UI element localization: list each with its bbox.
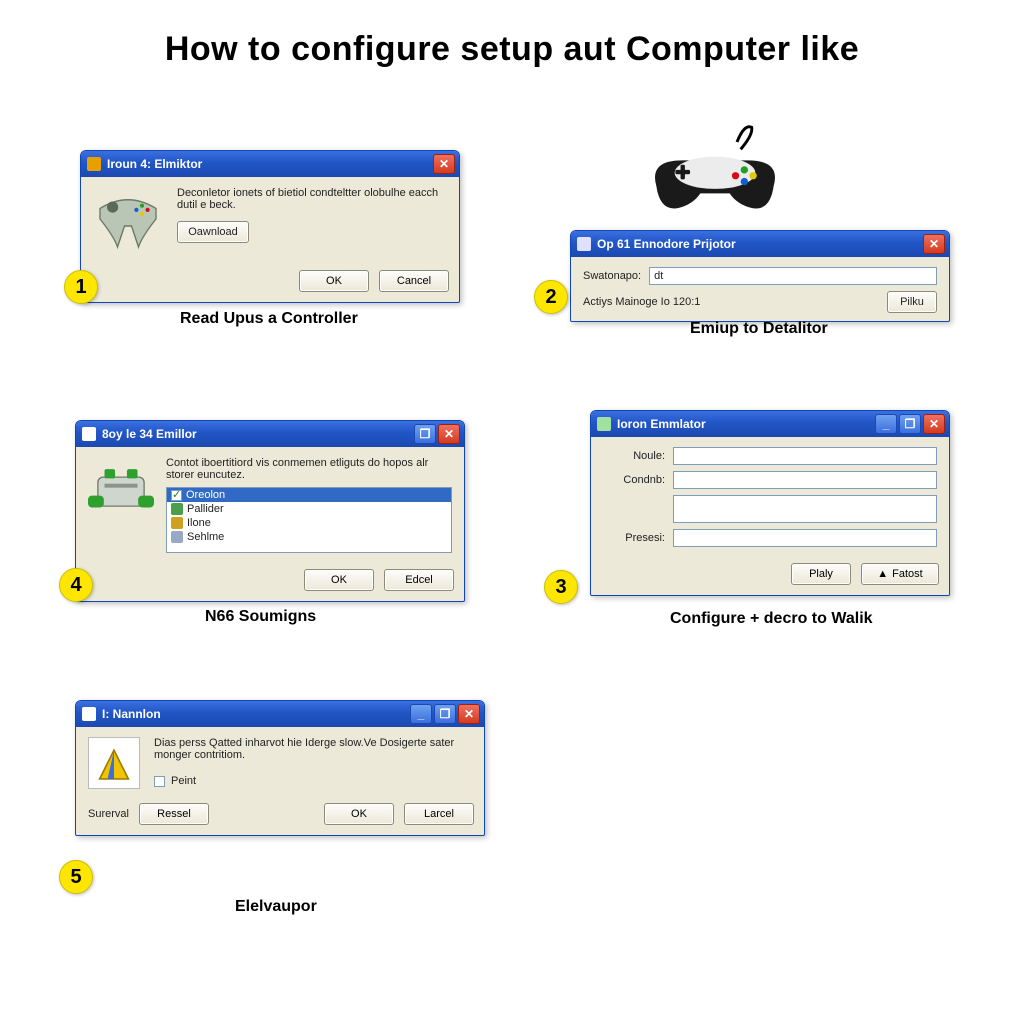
download-button[interactable]: Oawnload [177,221,249,243]
n64-controller-icon [93,187,163,254]
step1-description: Deconletor ionets of bietiol condteltter… [177,187,447,211]
step3-label-presesi: Presesi: [603,532,665,544]
page-title: How to configure setup aut Computer like [0,30,1024,69]
step5-checkbox[interactable]: Peint [154,775,472,787]
app-icon [577,237,591,251]
close-icon[interactable]: ✕ [433,154,455,174]
step2-pilku-button[interactable]: Pilku [887,291,937,313]
step4-title-text: 8oy le 34 Emillor [102,427,408,441]
step5-window: I: Nannlon _ ❐ ✕ Dias perss Qatted inhar… [75,700,485,836]
battery-icon [88,457,154,553]
step2-input1[interactable]: dt [649,267,937,285]
step4-caption: N66 Soumigns [205,608,316,626]
step-number-3: 3 [544,570,578,604]
step-number-5: 5 [59,860,93,894]
maximize-icon[interactable]: ❐ [434,704,456,724]
step1-title-text: Iroun 4: Elmiktor [107,157,427,171]
triangle-icon [88,737,140,789]
step3-label-noule: Noule: [603,450,665,462]
item-icon [171,517,183,529]
close-icon[interactable]: ✕ [923,414,945,434]
maximize-icon[interactable]: ❐ [414,424,436,444]
step3-label-condnb: Condnb: [603,474,665,486]
step-number-4: 4 [59,568,93,602]
minimize-icon[interactable]: _ [875,414,897,434]
step2-caption: Emiup to Detalitor [690,320,828,338]
reset-button[interactable]: Ressel [139,803,209,825]
step5-left-label: Surerval [88,808,129,820]
ok-button[interactable]: OK [324,803,394,825]
list-item[interactable]: Pallider [167,502,451,516]
step5-titlebar[interactable]: I: Nannlon _ ❐ ✕ [76,701,484,727]
step3-input-presesi[interactable] [673,529,937,547]
app-icon [597,417,611,431]
list-item[interactable]: Ilone [167,516,451,530]
step4-listbox[interactable]: Oreolon Pallider Ilone Sehlme [166,487,452,553]
step2-window: Op 61 Ennodore Prijotor ✕ Swatonapo: dt … [570,230,950,322]
gamepad-icon [640,120,790,233]
step4-window: 8oy le 34 Emillor ❐ ✕ Contot iboertitior… [75,420,465,602]
chevron-up-icon: ▲ [877,568,888,580]
step5-caption: Elelvaupor [235,898,317,916]
list-item-label: Pallider [187,503,224,515]
step3-caption: Configure + decro to Walik [670,610,873,628]
list-item[interactable]: Oreolon [167,488,451,502]
fatost-button-label: Fatost [892,568,923,580]
checkbox-icon [171,490,182,501]
step5-checkbox-label: Peint [171,775,196,787]
item-icon [171,503,183,515]
step3-textarea[interactable] [673,495,937,523]
list-item-label: Oreolon [186,489,225,501]
step3-input-condnb[interactable] [673,471,937,489]
step2-title-text: Op 61 Ennodore Prijotor [597,237,917,251]
step1-caption: Read Upus a Controller [180,310,358,328]
edit-button[interactable]: Edcel [384,569,454,591]
close-icon[interactable]: ✕ [438,424,460,444]
ok-button[interactable]: OK [299,270,369,292]
minimize-icon[interactable]: _ [410,704,432,724]
step3-input-noule[interactable] [673,447,937,465]
step-number-2: 2 [534,280,568,314]
close-icon[interactable]: ✕ [458,704,480,724]
step4-titlebar[interactable]: 8oy le 34 Emillor ❐ ✕ [76,421,464,447]
step3-window: Ioron Emmlator _ ❐ ✕ Noule: Condnb: Pres… [590,410,950,596]
step2-titlebar[interactable]: Op 61 Ennodore Prijotor ✕ [571,231,949,257]
checkbox-icon [154,776,165,787]
list-item-label: Sehlme [187,531,224,543]
step2-status-text: Actiys Mainoge Io 120:1 [583,296,879,308]
step-number-1: 1 [64,270,98,304]
step3-titlebar[interactable]: Ioron Emmlator _ ❐ ✕ [591,411,949,437]
list-item-label: Ilone [187,517,211,529]
app-icon [82,707,96,721]
step5-description: Dias perss Qatted inharvot hie Iderge sl… [154,737,472,761]
step2-label1: Swatonapo: [583,270,641,282]
fatost-button[interactable]: ▲ Fatost [861,563,939,585]
app-icon [87,157,101,171]
cancel-button[interactable]: Cancel [379,270,449,292]
cancel-button[interactable]: Larcel [404,803,474,825]
app-icon [82,427,96,441]
list-item[interactable]: Sehlme [167,530,451,544]
step3-title-text: Ioron Emmlator [617,417,869,431]
step1-window: Iroun 4: Elmiktor ✕ Deconletor ionets of… [80,150,460,303]
close-icon[interactable]: ✕ [923,234,945,254]
step4-description: Contot iboertitiord vis conmemen etligut… [166,457,452,481]
ok-button[interactable]: OK [304,569,374,591]
step1-titlebar[interactable]: Iroun 4: Elmiktor ✕ [81,151,459,177]
item-icon [171,531,183,543]
maximize-icon[interactable]: ❐ [899,414,921,434]
play-button[interactable]: Plaly [791,563,851,585]
step5-title-text: I: Nannlon [102,707,404,721]
